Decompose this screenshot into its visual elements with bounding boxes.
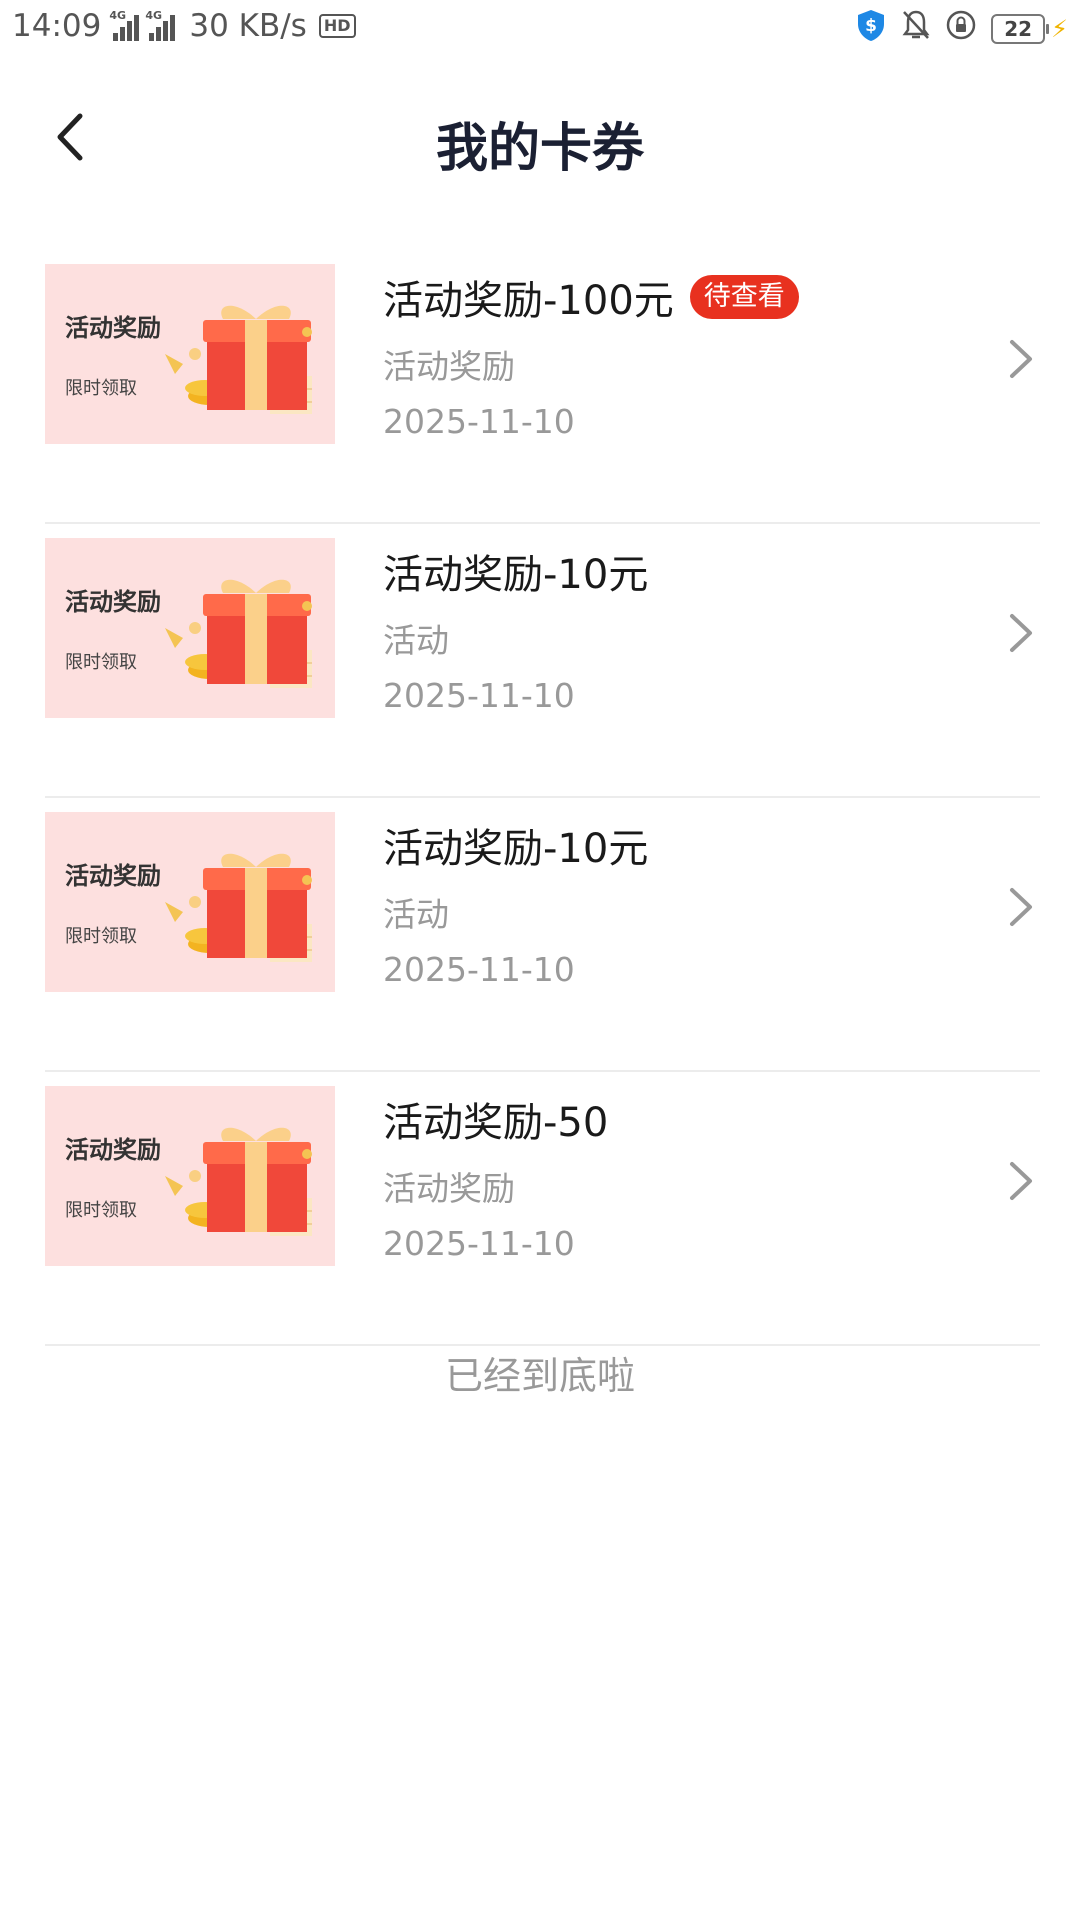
coupon-list: 活动奖励 限时领取 活动奖励-100元 待查看 活动奖励 2025-11-10 bbox=[45, 250, 1040, 1346]
charging-icon: ⚡ bbox=[1051, 15, 1068, 43]
status-badge: 待查看 bbox=[689, 275, 799, 319]
coupon-thumbnail: 活动奖励 限时领取 bbox=[45, 812, 335, 992]
coupon-name: 活动奖励-10元 bbox=[383, 552, 649, 598]
gift-box-image bbox=[165, 579, 312, 688]
coupon-thumbnail: 活动奖励 限时领取 bbox=[45, 1086, 335, 1266]
hd-icon: HD bbox=[318, 14, 356, 38]
coupon-card[interactable]: 活动奖励 限时领取 活动奖励-10元 活动 2025-11-10 bbox=[45, 798, 1040, 1072]
coupon-name: 活动奖励-100元 bbox=[383, 278, 674, 324]
end-of-list-text: 已经到底啦 bbox=[444, 1354, 635, 1398]
svg-text:$: $ bbox=[865, 16, 877, 36]
chevron-right-icon bbox=[1010, 1162, 1032, 1200]
mute-bell-icon bbox=[901, 9, 931, 49]
gift-box-image bbox=[165, 1127, 312, 1236]
thumbnail-title: 活动奖励 bbox=[65, 314, 161, 342]
gift-box-image bbox=[165, 305, 312, 414]
status-time: 14:09 bbox=[12, 8, 102, 44]
signal-icon: 4G bbox=[145, 9, 176, 41]
coupon-name: 活动奖励-50 bbox=[383, 1100, 609, 1146]
coupon-category: 活动奖励 bbox=[383, 347, 515, 386]
shield-icon: $ bbox=[855, 8, 887, 50]
network-speed: 30 KB/s bbox=[189, 8, 307, 44]
top-nav: 我的卡券 bbox=[0, 80, 1080, 200]
thumbnail-title: 活动奖励 bbox=[65, 1136, 161, 1164]
thumbnail-subtitle: 限时领取 bbox=[65, 1200, 137, 1221]
thumbnail-subtitle: 限时领取 bbox=[65, 652, 137, 673]
thumbnail-title: 活动奖励 bbox=[65, 588, 161, 616]
coupon-date: 2025-11-10 bbox=[383, 1224, 575, 1263]
chevron-right-icon bbox=[1010, 340, 1032, 378]
thumbnail-title: 活动奖励 bbox=[65, 862, 161, 890]
coupon-name: 活动奖励-10元 bbox=[383, 826, 649, 872]
status-bar: 14:09 4G 4G 30 KB/s HD $ 22 ⚡ bbox=[0, 0, 1080, 56]
coupon-thumbnail: 活动奖励 限时领取 bbox=[45, 538, 335, 718]
coupon-name-row: 活动奖励-10元 bbox=[383, 544, 953, 598]
coupon-date: 2025-11-10 bbox=[383, 676, 575, 715]
coupon-category: 活动 bbox=[383, 621, 449, 660]
thumbnail-subtitle: 限时领取 bbox=[65, 378, 137, 399]
page-title: 我的卡券 bbox=[435, 119, 644, 179]
coupon-date: 2025-11-10 bbox=[383, 950, 575, 989]
coupon-name-row: 活动奖励-10元 bbox=[383, 818, 953, 872]
coupon-card[interactable]: 活动奖励 限时领取 活动奖励-50 活动奖励 2025-11-10 bbox=[45, 1072, 1040, 1346]
signal-icon: 4G bbox=[109, 9, 140, 41]
coupon-date: 2025-11-10 bbox=[383, 402, 575, 441]
chevron-right-icon bbox=[1010, 614, 1032, 652]
coupon-card[interactable]: 活动奖励 限时领取 活动奖励-10元 活动 2025-11-10 bbox=[45, 524, 1040, 798]
coupon-thumbnail: 活动奖励 限时领取 bbox=[45, 264, 335, 444]
rotation-lock-icon bbox=[945, 9, 977, 49]
chevron-right-icon bbox=[1010, 888, 1032, 926]
coupon-category: 活动奖励 bbox=[383, 1169, 515, 1208]
battery-icon: 22 bbox=[991, 14, 1050, 44]
gift-box-image bbox=[165, 853, 312, 962]
coupon-name-row: 活动奖励-50 bbox=[383, 1092, 953, 1146]
coupon-name-row: 活动奖励-100元 待查看 bbox=[383, 270, 953, 324]
coupon-category: 活动 bbox=[383, 895, 449, 934]
coupon-card[interactable]: 活动奖励 限时领取 活动奖励-100元 待查看 活动奖励 2025-11-10 bbox=[45, 250, 1040, 524]
thumbnail-subtitle: 限时领取 bbox=[65, 926, 137, 947]
